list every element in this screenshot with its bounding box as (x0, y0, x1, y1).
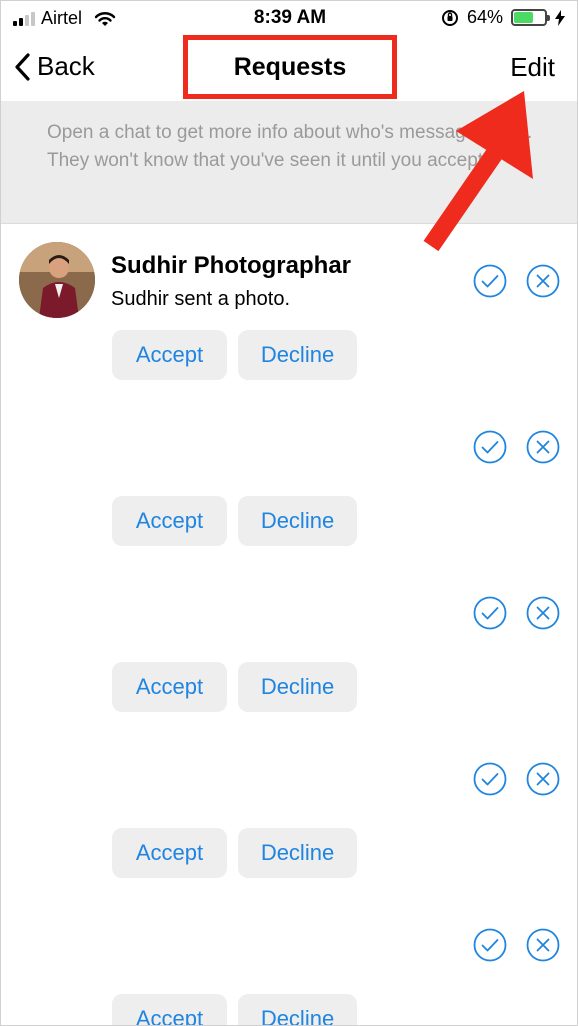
check-circle-icon[interactable] (473, 596, 507, 630)
chevron-left-icon (15, 52, 30, 81)
navigation-bar: Back Requests Edit (1, 35, 577, 101)
request-row[interactable]: Accept Decline (1, 390, 577, 556)
check-circle-icon[interactable] (473, 430, 507, 464)
status-bar: Airtel 8:39 AM 64% (1, 1, 577, 35)
info-text: Open a chat to get more info about who's… (47, 122, 533, 171)
accept-button[interactable]: Accept (112, 828, 227, 878)
request-row[interactable]: Accept Decline (1, 722, 577, 888)
back-label: Back (37, 51, 95, 81)
back-button[interactable]: Back (13, 51, 95, 82)
check-circle-icon[interactable] (473, 264, 507, 298)
request-row[interactable]: Sudhir Photographar Sudhir sent a photo. A… (1, 224, 577, 390)
request-sender-name: Sudhir Photographar (111, 252, 351, 279)
decline-button[interactable]: Decline (238, 330, 357, 380)
status-right: 64% (441, 7, 565, 28)
x-circle-icon[interactable] (526, 596, 560, 630)
accept-button[interactable]: Accept (112, 496, 227, 546)
accept-button[interactable]: Accept (112, 330, 227, 380)
x-circle-icon[interactable] (526, 430, 560, 464)
orientation-lock-icon (441, 9, 458, 26)
charging-bolt-icon (555, 9, 565, 26)
accept-button[interactable]: Accept (112, 662, 227, 712)
check-circle-icon[interactable] (473, 762, 507, 796)
avatar (19, 242, 95, 318)
phone-screen: Airtel 8:39 AM 64% Back Requests Edit Op… (0, 0, 578, 1026)
check-circle-icon[interactable] (473, 928, 507, 962)
decline-button[interactable]: Decline (238, 994, 357, 1025)
battery-level (514, 12, 534, 23)
page-title: Requests (183, 35, 397, 99)
edit-button[interactable]: Edit (510, 52, 555, 83)
x-circle-icon[interactable] (526, 762, 560, 796)
decline-button[interactable]: Decline (238, 662, 357, 712)
battery-percent: 64% (466, 7, 503, 27)
x-circle-icon[interactable] (526, 928, 560, 962)
battery-icon (511, 9, 550, 26)
request-row[interactable]: Accept Decline (1, 888, 577, 1025)
info-banner: Open a chat to get more info about who's… (1, 101, 577, 224)
request-message-preview: Sudhir sent a photo. (111, 288, 291, 310)
request-row[interactable]: Accept Decline (1, 556, 577, 722)
decline-button[interactable]: Decline (238, 828, 357, 878)
decline-button[interactable]: Decline (238, 496, 357, 546)
accept-button[interactable]: Accept (112, 994, 227, 1025)
x-circle-icon[interactable] (526, 264, 560, 298)
